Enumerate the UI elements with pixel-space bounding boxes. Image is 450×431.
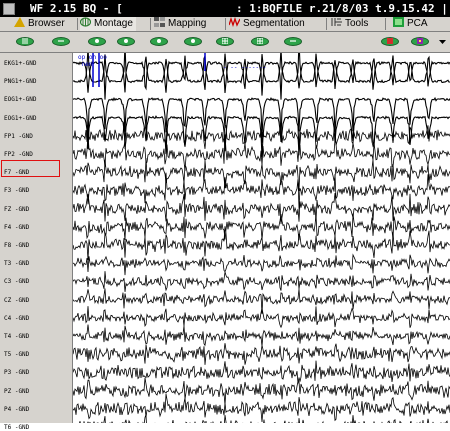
- filter-button-1[interactable]: [88, 35, 106, 48]
- circle-icon: [124, 39, 128, 43]
- tab-montage[interactable]: Montage: [80, 17, 136, 31]
- channel-label[interactable]: T4 -GND: [4, 333, 29, 340]
- grid-button-2[interactable]: [251, 35, 269, 48]
- mapping-icon: [154, 17, 165, 27]
- color-button-2[interactable]: [411, 35, 429, 48]
- toolbar: [0, 32, 450, 53]
- channel-label[interactable]: PZ -GND: [4, 388, 29, 395]
- filter-button-3[interactable]: [150, 35, 168, 48]
- segmentation-icon: [229, 17, 240, 27]
- eeg-trace-area[interactable]: op oh oo nen - -- -------: [73, 53, 450, 423]
- event-marker-left: op oh oo nen: [78, 54, 107, 68]
- eeg-trace-line: [73, 253, 450, 276]
- tab-separator: [225, 18, 226, 30]
- channel-label[interactable]: T3 -GND: [4, 260, 29, 267]
- channel-label[interactable]: FP1 -GND: [4, 133, 33, 140]
- tab-segmentation-label: Segmentation: [243, 18, 305, 29]
- baseline-button[interactable]: [284, 35, 302, 48]
- channel-label[interactable]: EOG1+-GND: [4, 96, 37, 103]
- grid-icon: [222, 38, 228, 44]
- eeg-trace-line: [73, 393, 450, 423]
- filter-button-2[interactable]: [117, 35, 135, 48]
- tab-tools[interactable]: Tools: [331, 17, 368, 31]
- tab-segmentation[interactable]: Segmentation: [229, 17, 305, 31]
- tab-browser[interactable]: Browser: [14, 17, 65, 31]
- minus-icon: [290, 40, 296, 42]
- eeg-trace-line: [73, 360, 450, 384]
- event-marker-right: - -- -------: [223, 64, 267, 71]
- eeg-trace-line: [73, 271, 450, 292]
- play-button[interactable]: [16, 35, 34, 48]
- eeg-trace-line: [73, 324, 450, 347]
- channel-label[interactable]: EKG1+-GND: [4, 60, 37, 67]
- tab-separator: [326, 18, 327, 30]
- color-icon: [417, 38, 423, 44]
- channel-label[interactable]: FZ -GND: [4, 206, 29, 213]
- window-title: WF 2.15 BQ - [: [30, 2, 123, 15]
- circle-icon: [157, 39, 161, 43]
- channel-label[interactable]: F4 -GND: [4, 224, 29, 231]
- eeg-trace-line: [73, 172, 450, 209]
- channel-label[interactable]: C3 -GND: [4, 278, 29, 285]
- tab-pca[interactable]: PCA: [393, 17, 428, 31]
- tab-tools-label: Tools: [345, 18, 369, 29]
- grid-button-1[interactable]: [216, 35, 234, 48]
- channel-label[interactable]: F7 -GND: [4, 169, 29, 176]
- channel-label[interactable]: C4 -GND: [4, 315, 29, 322]
- eeg-trace-line: [73, 306, 450, 329]
- channel-label[interactable]: T6 -GND: [4, 424, 29, 431]
- tab-mapping-label: Mapping: [168, 18, 207, 29]
- tools-icon: [331, 18, 342, 26]
- channel-label[interactable]: PNG1+-GND: [4, 78, 37, 85]
- channel-label[interactable]: F3 -GND: [4, 187, 29, 194]
- tab-separator: [150, 18, 151, 30]
- circle-icon: [95, 39, 99, 43]
- channel-label[interactable]: P3 -GND: [4, 369, 29, 376]
- chevron-down-icon[interactable]: [439, 40, 446, 44]
- channel-label[interactable]: T5 -GND: [4, 351, 29, 358]
- browser-icon: [14, 17, 25, 27]
- channel-label-column: EKG1+-GND PNG1+-GND EOG1+-GND EOG1+-GND FP1 …: [0, 53, 73, 431]
- tab-separator: [77, 18, 78, 30]
- window-titlebar: WF 2.15 BQ - [ : 1:BQFILE r.21/8/03 t.9.…: [0, 0, 450, 17]
- eeg-trace-line: [73, 343, 450, 365]
- montage-icon: [80, 17, 91, 27]
- play-icon: [22, 38, 28, 44]
- pca-icon: [393, 17, 404, 27]
- color-icon: [387, 38, 393, 44]
- grid-icon: [257, 38, 263, 44]
- filter-button-4[interactable]: [184, 35, 202, 48]
- zoom-out-button[interactable]: [52, 35, 70, 48]
- circle-icon: [191, 39, 195, 43]
- tab-separator: [385, 18, 386, 30]
- channel-label[interactable]: EOG1+-GND: [4, 115, 37, 122]
- channel-label[interactable]: FP2 -GND: [4, 151, 33, 158]
- tab-montage-label: Montage: [94, 18, 133, 29]
- channel-label[interactable]: CZ -GND: [4, 297, 29, 304]
- tab-mapping[interactable]: Mapping: [154, 17, 206, 31]
- file-info: : 1:BQFILE r.21/8/03 t.9.15.42 |: [236, 2, 448, 15]
- tab-browser-label: Browser: [28, 18, 65, 29]
- minus-icon: [58, 40, 64, 42]
- channel-label[interactable]: F8 -GND: [4, 242, 29, 249]
- channel-label[interactable]: P4 -GND: [4, 406, 29, 413]
- eeg-traces: [73, 53, 450, 423]
- tab-pca-label: PCA: [407, 18, 428, 29]
- color-button-1[interactable]: [381, 35, 399, 48]
- tab-bar: Browser Montage Mapping Segmentation Too…: [0, 17, 450, 32]
- app-icon: [3, 3, 15, 15]
